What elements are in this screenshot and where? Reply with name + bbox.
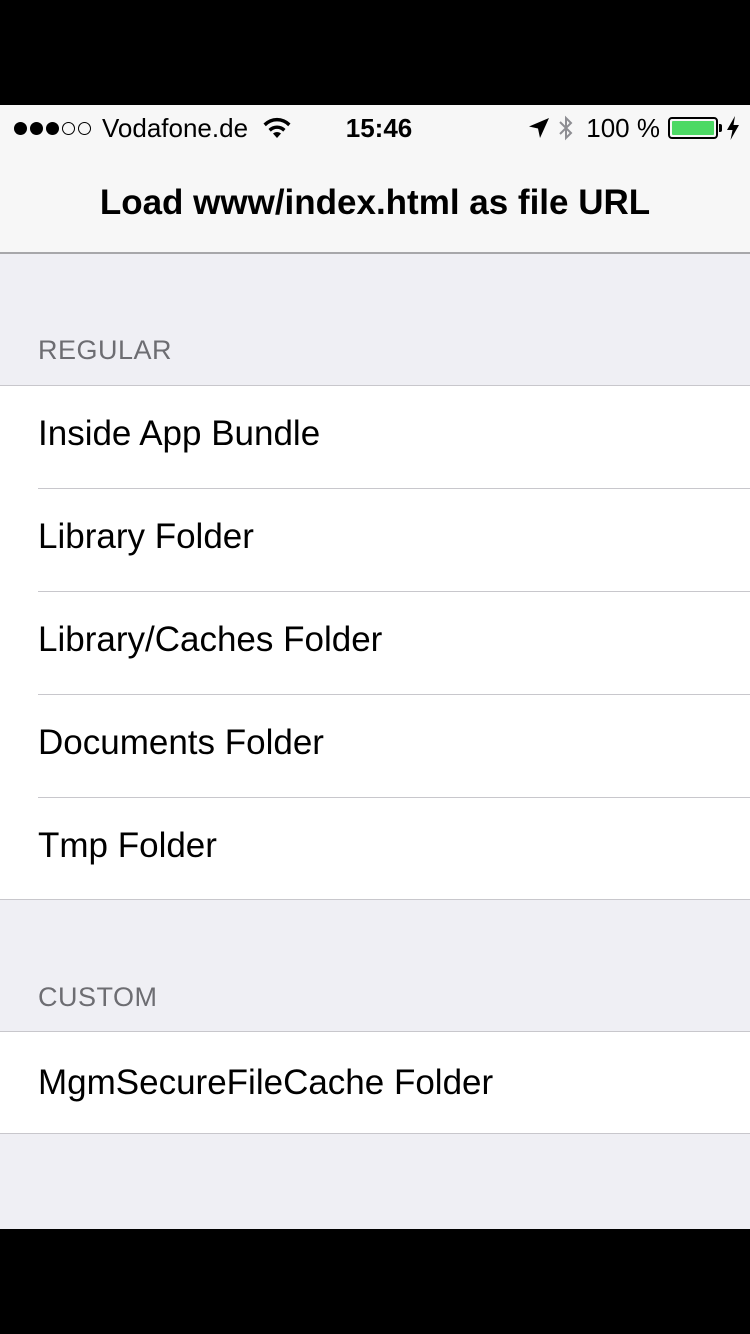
section-header-custom: CUSTOM	[38, 982, 158, 1012]
signal-dot	[62, 121, 75, 135]
battery-nub	[719, 124, 722, 132]
signal-dot	[46, 121, 59, 135]
list-item-label: Tmp Folder	[38, 826, 217, 865]
signal-dot	[78, 121, 91, 135]
status-right: 100 %	[528, 113, 740, 143]
signal-dot	[30, 121, 43, 135]
page-title: Load www/index.html as file URL	[99, 183, 651, 222]
battery-icon	[668, 117, 718, 139]
bluetooth-icon	[559, 115, 573, 141]
navigation-bar: Load www/index.html as file URL	[0, 151, 750, 254]
list-item-mgmsecurefilecache-folder[interactable]: MgmSecureFileCache Folder	[0, 1032, 750, 1133]
battery-percent: 100 %	[586, 112, 660, 143]
wifi-icon	[263, 117, 291, 138]
status-left: Vodafone.de	[14, 113, 292, 143]
letterbox-top	[0, 0, 750, 105]
list-item-documents-folder[interactable]: Documents Folder	[0, 695, 750, 798]
list-item-library-caches-folder[interactable]: Library/Caches Folder	[0, 592, 750, 695]
section-group-regular: Inside App Bundle Library Folder Library…	[0, 385, 750, 900]
list-item-label: Library/Caches Folder	[38, 620, 383, 659]
app-screen: Vodafone.de 15:46 100 % Load www/index.h…	[0, 105, 750, 1229]
letterbox-bottom	[0, 1229, 750, 1334]
list-item-tmp-folder[interactable]: Tmp Folder	[0, 798, 750, 901]
list-item-inside-app-bundle[interactable]: Inside App Bundle	[0, 386, 750, 489]
clock-label: 15:46	[345, 113, 413, 143]
battery-fill	[672, 121, 714, 135]
list-item-label: Inside App Bundle	[38, 414, 321, 453]
list-item-label: Library Folder	[38, 517, 254, 556]
section-header-regular: REGULAR	[38, 335, 173, 365]
charging-bolt-icon	[727, 116, 739, 140]
signal-dot	[14, 121, 27, 135]
carrier-name: Vodafone.de	[102, 112, 249, 143]
location-arrow-icon	[529, 118, 550, 138]
list-item-label: Documents Folder	[38, 723, 324, 762]
list-item-label: MgmSecureFileCache Folder	[38, 1063, 494, 1102]
section-group-custom: MgmSecureFileCache Folder	[0, 1031, 750, 1134]
list-item-library-folder[interactable]: Library Folder	[0, 489, 750, 592]
status-bar: Vodafone.de 15:46 100 %	[0, 105, 750, 151]
signal-strength-icon	[14, 121, 94, 135]
